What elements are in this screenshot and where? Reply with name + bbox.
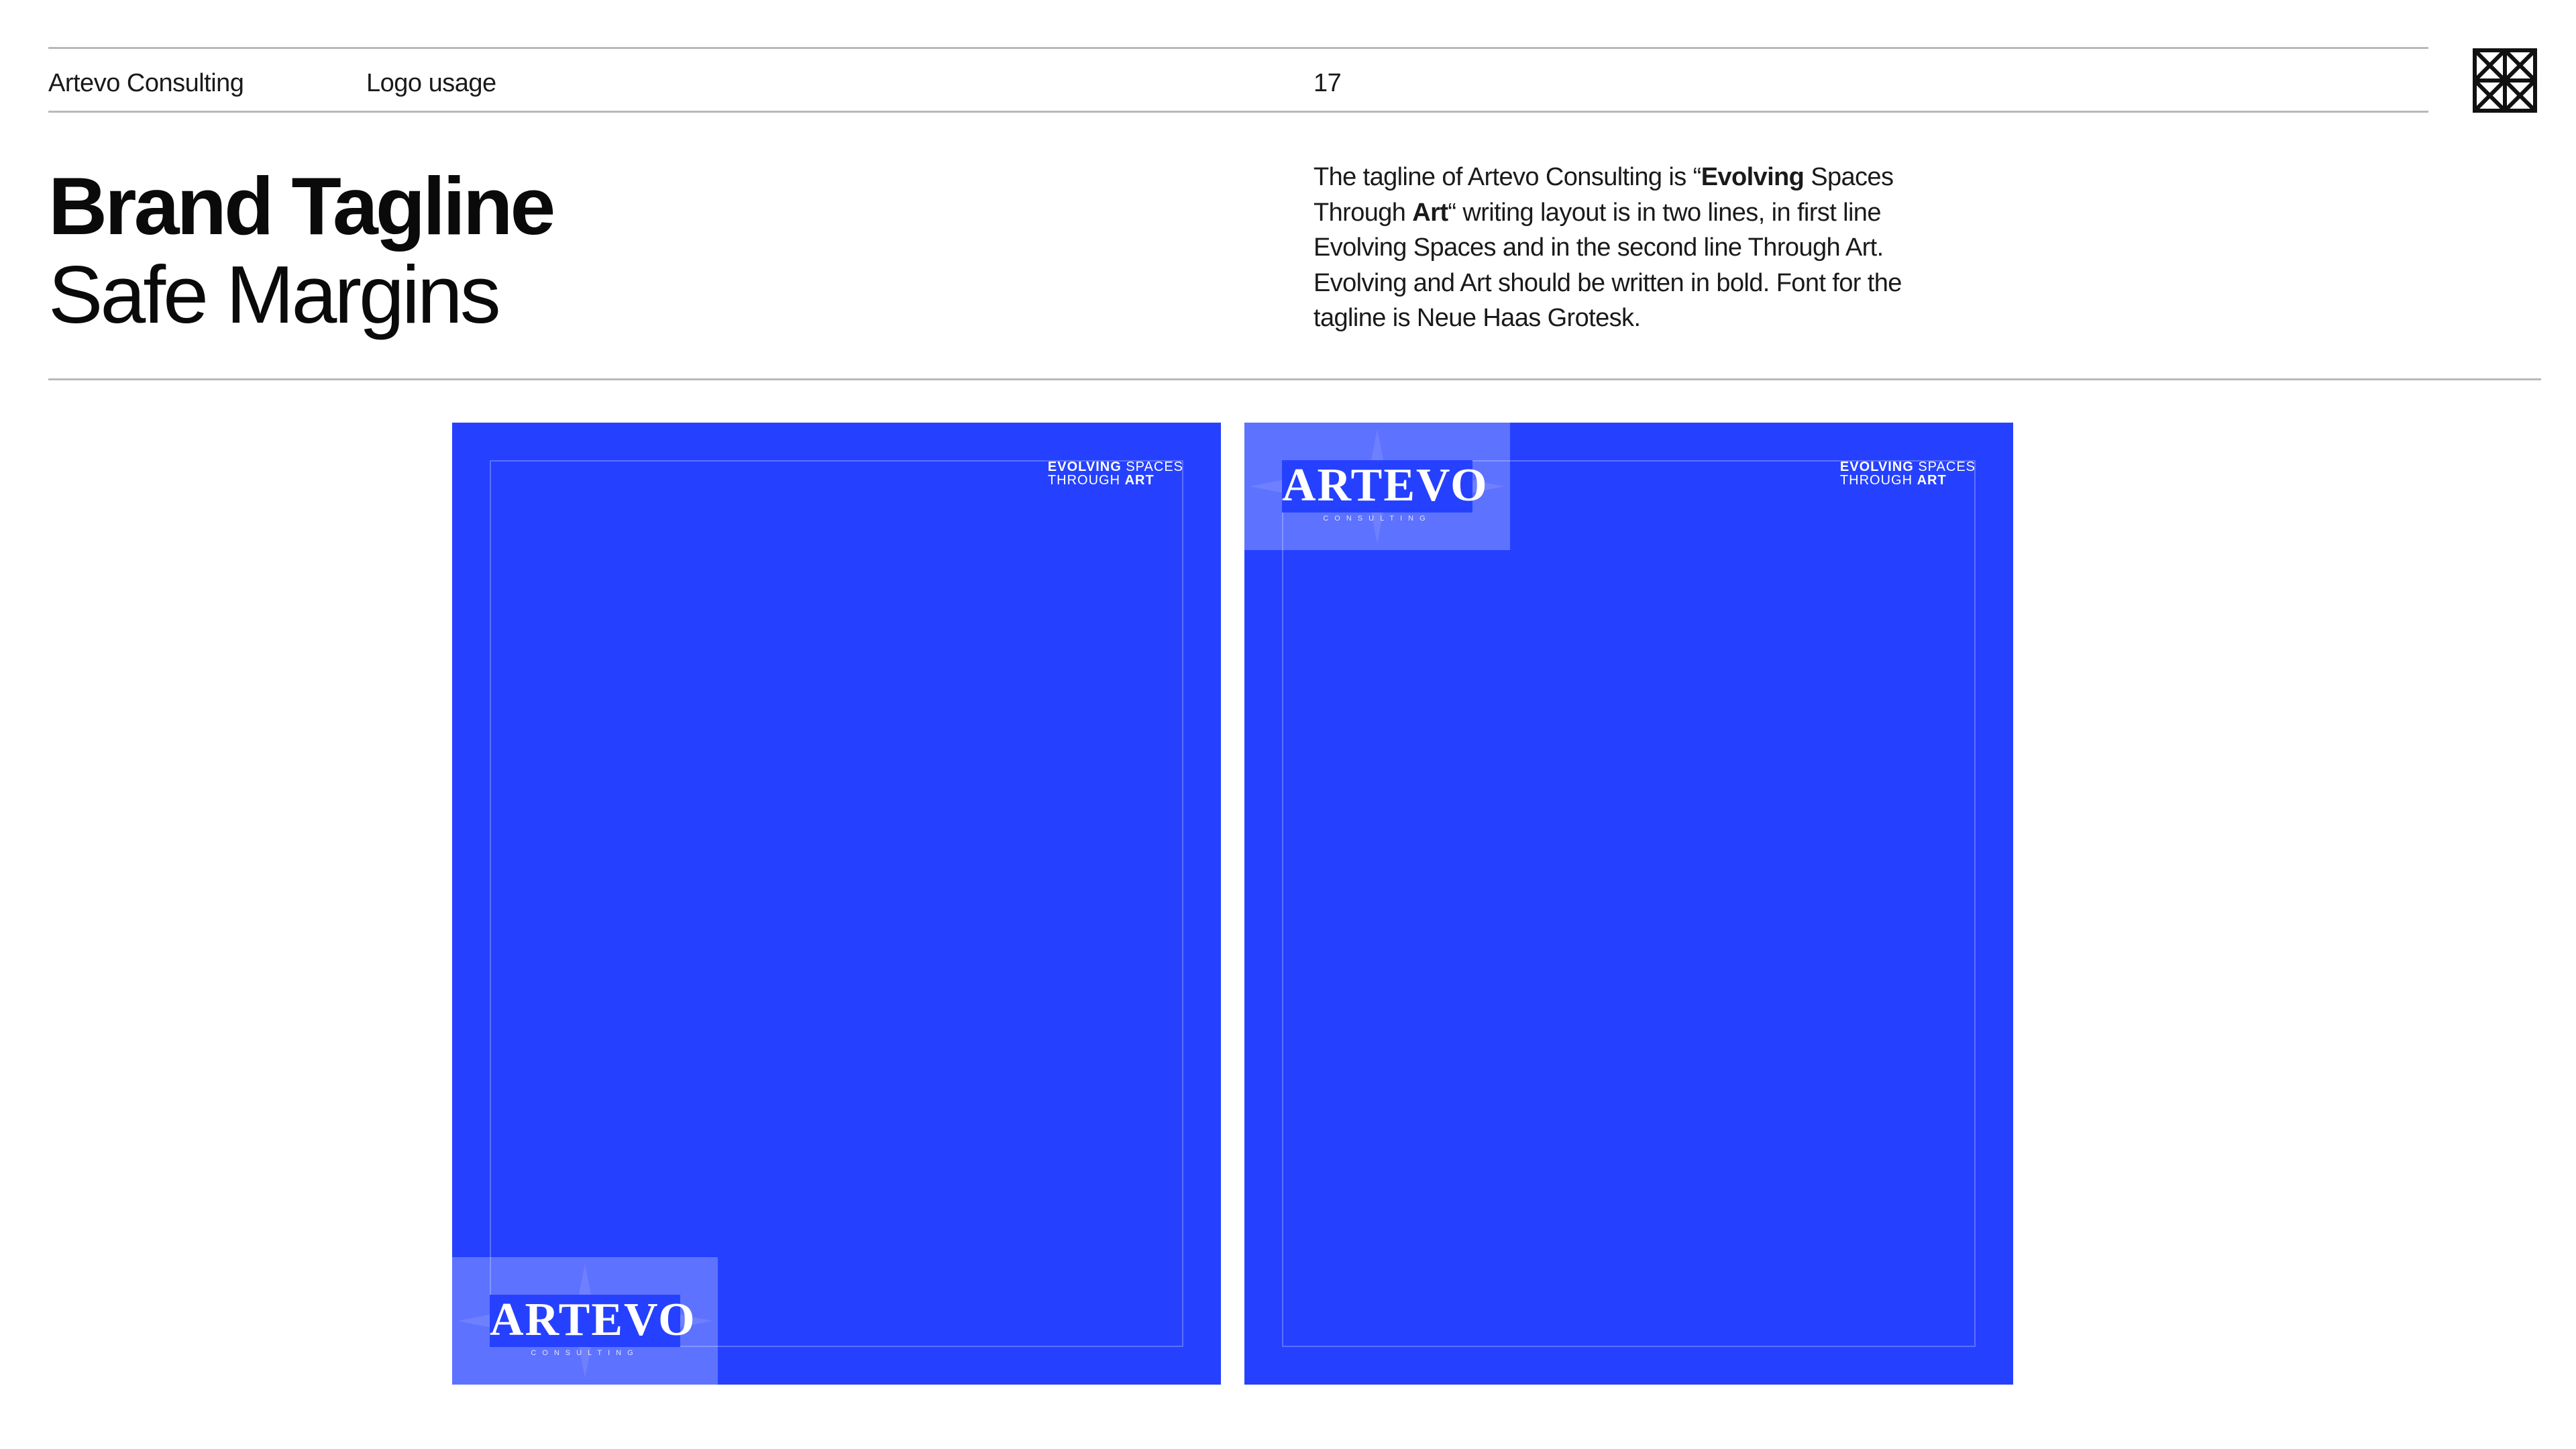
safe-margin-guide (1282, 460, 1976, 1347)
page-subtitle: Safe Margins (48, 249, 501, 340)
logo-clear-space-zone: ARTEVO CONSULTING (1244, 423, 1510, 550)
tagline-regular-word: THROUGH (1839, 473, 1917, 488)
page-title: Brand Tagline (48, 160, 555, 252)
mockup-panel-left: EVOLVING SPACES THROUGH ART ARTEVO CONSU… (452, 423, 1221, 1385)
brand-tagline: EVOLVING SPACES THROUGH ART (1048, 460, 1183, 487)
logo-subtitle: CONSULTING (531, 1349, 639, 1357)
logo-wordmark: ARTEVO (490, 1294, 696, 1346)
tagline-bold-word: ART (1124, 473, 1155, 488)
safe-margin-guide (490, 460, 1183, 1347)
tagline-description: The tagline of Artevo Consulting is “Evo… (1313, 160, 1917, 336)
tagline-bold-word: EVOLVING (1047, 460, 1122, 474)
header-bottom-rule (48, 111, 2428, 113)
logo-wordmark: ARTEVO (1282, 460, 1489, 511)
page-number: 17 (1313, 69, 1342, 97)
tagline-bold-word: EVOLVING (1839, 460, 1914, 474)
logo-clear-space-zone: ARTEVO CONSULTING (452, 1257, 718, 1385)
tagline-bold-word: ART (1917, 473, 1947, 488)
tagline-regular-word: SPACES (1121, 460, 1183, 474)
grid-star-mark-icon (2473, 48, 2537, 113)
brand-tagline: EVOLVING SPACES THROUGH ART (1840, 460, 1976, 487)
description-bold-art: Art (1412, 198, 1448, 227)
section-name: Logo usage (366, 69, 496, 97)
mockup-panel-right: EVOLVING SPACES THROUGH ART ARTEVO CONSU… (1244, 423, 2013, 1385)
logo-subtitle: CONSULTING (1323, 515, 1432, 523)
description-bold-evolving: Evolving (1701, 163, 1805, 191)
tagline-regular-word: THROUGH (1047, 473, 1125, 488)
description-text: The tagline of Artevo Consulting is “ (1313, 163, 1701, 191)
company-name: Artevo Consulting (48, 69, 244, 97)
header-top-rule (48, 47, 2428, 49)
logo-lockup: ARTEVO (490, 1294, 696, 1347)
tagline-regular-word: SPACES (1913, 460, 1976, 474)
logo-lockup: ARTEVO (1282, 460, 1489, 513)
section-divider (48, 378, 2541, 380)
